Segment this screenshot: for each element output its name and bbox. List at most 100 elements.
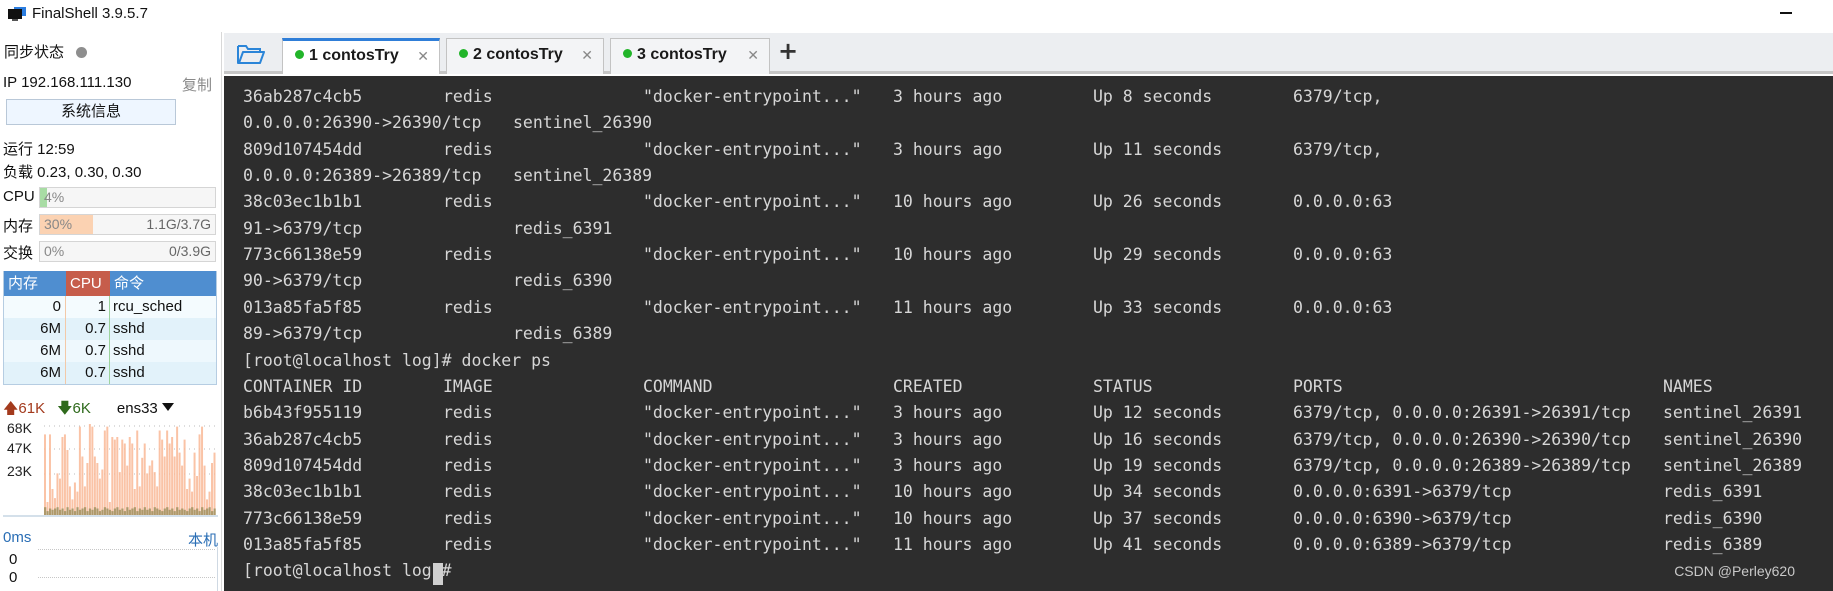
upload-bar	[113, 439, 116, 515]
close-tab-icon[interactable]: ✕	[417, 41, 429, 71]
upload-bar	[143, 443, 146, 515]
cursor	[433, 563, 443, 586]
cell-name: sentinel_26389	[1663, 455, 1803, 475]
cell-ports: 0.0.0.0:63	[1293, 245, 1393, 265]
download-bar	[166, 507, 169, 515]
cell-id: 36ab287c4cb5	[243, 87, 363, 106]
y-label: 68K	[7, 420, 32, 436]
download-bar	[198, 511, 201, 515]
network-chart: 68K 47K 23K	[3, 418, 218, 518]
upload-bar	[148, 465, 151, 515]
download-bar	[158, 509, 161, 515]
process-cpu: 0.7	[66, 340, 110, 362]
upload-bar	[193, 452, 196, 515]
download-bar	[98, 511, 102, 515]
upload-bar	[183, 439, 186, 515]
upload-bar	[44, 434, 46, 515]
download-bar	[128, 509, 131, 515]
download-bar	[76, 507, 79, 515]
gridline	[38, 549, 215, 550]
column-header: CREATED	[893, 376, 963, 396]
download-bar	[131, 508, 134, 515]
cell-ports: 6379/tcp, 0.0.0.0:26389->26389/tcp	[1293, 455, 1631, 475]
upload-bar	[118, 472, 121, 515]
process-row[interactable]: 6M 0.7 sshd	[4, 340, 216, 362]
upload-bar	[163, 456, 166, 515]
download-bar	[193, 509, 196, 515]
terminal[interactable]: CSDN @Perley620 36ab287c4cb5 redis "docker…	[224, 76, 1833, 591]
download-bar	[126, 507, 129, 515]
process-mem: 6M	[4, 340, 66, 362]
swap-amount: 0/3.9G	[168, 243, 211, 259]
cell-command: "docker-entrypoint..."	[643, 482, 862, 502]
sort-by-memory[interactable]: 内存	[4, 271, 66, 296]
upload-rate: 🡅61K	[3, 400, 45, 417]
tab-session-1[interactable]: 1 contosTry ✕	[282, 38, 440, 74]
tab-session-2[interactable]: 2 contosTry ✕	[446, 38, 604, 74]
download-bar	[211, 511, 214, 515]
upload-bar	[101, 469, 104, 515]
title-bar: FinalShell 3.9.5.7	[0, 0, 1833, 32]
process-cpu: 1	[66, 296, 110, 318]
interface-select[interactable]: ens33	[117, 400, 174, 417]
download-bar	[78, 509, 82, 515]
process-cpu: 0.7	[66, 362, 110, 384]
download-bar	[136, 511, 139, 515]
cell-command: "docker-entrypoint..."	[643, 508, 862, 528]
cell-id: 36ab287c4cb5	[243, 429, 363, 449]
cell-created: 10 hours ago	[893, 245, 1013, 265]
cell-created: 3 hours ago	[893, 429, 1003, 449]
cell-status: Up 41 seconds	[1093, 534, 1223, 554]
upload-bar	[96, 463, 99, 515]
download-bar	[68, 509, 72, 515]
add-tab-button[interactable]: +	[778, 37, 798, 65]
ping-header: 0ms 本机	[3, 529, 218, 549]
system-info-button[interactable]: 系统信息	[6, 99, 176, 125]
process-cmd: rcu_sched	[113, 298, 183, 315]
close-tab-icon[interactable]: ✕	[581, 39, 593, 71]
download-bar	[53, 508, 57, 515]
uptime: 运行 12:59	[3, 141, 75, 158]
prompt: [root@localhost log]# docker ps	[243, 350, 551, 370]
download-bar	[86, 511, 89, 515]
download-bar	[83, 507, 87, 515]
upload-bar	[128, 437, 131, 515]
cell-ports-wrap: 90->6379/tcp	[243, 271, 363, 291]
download-bar	[176, 507, 179, 515]
upload-bar	[81, 456, 84, 515]
cell-created: 11 hours ago	[893, 534, 1013, 554]
download-bar	[201, 507, 204, 515]
minimize-button[interactable]	[1780, 12, 1792, 14]
sort-by-command[interactable]: 命令	[110, 271, 216, 296]
close-tab-icon[interactable]: ✕	[747, 39, 759, 71]
tab-session-3[interactable]: 3 contosTry ✕	[610, 38, 770, 74]
process-row[interactable]: 6M 0.7 sshd	[4, 362, 216, 384]
process-row[interactable]: 6M 0.7 sshd	[4, 318, 216, 340]
download-bar	[213, 508, 216, 515]
upload-bar	[66, 450, 69, 515]
download-value: 6K	[72, 400, 91, 417]
cell-id: 013a85fa5f85	[243, 297, 363, 317]
cell-status: Up 12 seconds	[1093, 403, 1223, 423]
sort-by-cpu[interactable]: CPU	[66, 271, 110, 296]
cell-image: redis	[443, 139, 493, 159]
download-bar	[146, 509, 149, 515]
cell-ports: 6379/tcp,	[1293, 139, 1383, 159]
download-bar	[118, 509, 122, 515]
folder-open-icon[interactable]	[236, 43, 266, 65]
cell-status: Up 37 seconds	[1093, 508, 1223, 528]
cell-image: redis	[443, 192, 493, 212]
cell-created: 10 hours ago	[893, 192, 1013, 212]
copy-ip-button[interactable]: 复制	[182, 74, 212, 95]
process-row[interactable]: 0 1 rcu_sched	[4, 296, 216, 318]
tab-label: 3 contosTry	[637, 46, 727, 63]
ping-value: 0	[9, 569, 18, 586]
cell-created: 11 hours ago	[893, 297, 1013, 317]
arrow-down-icon: 🡇	[57, 400, 73, 417]
cell-name: sentinel_26391	[1663, 403, 1803, 423]
download-bar	[48, 508, 52, 515]
upload-bar	[176, 426, 179, 515]
download-bar	[61, 508, 64, 515]
cell-id: b6b43f955119	[243, 403, 363, 423]
process-cmd: sshd	[113, 364, 145, 381]
